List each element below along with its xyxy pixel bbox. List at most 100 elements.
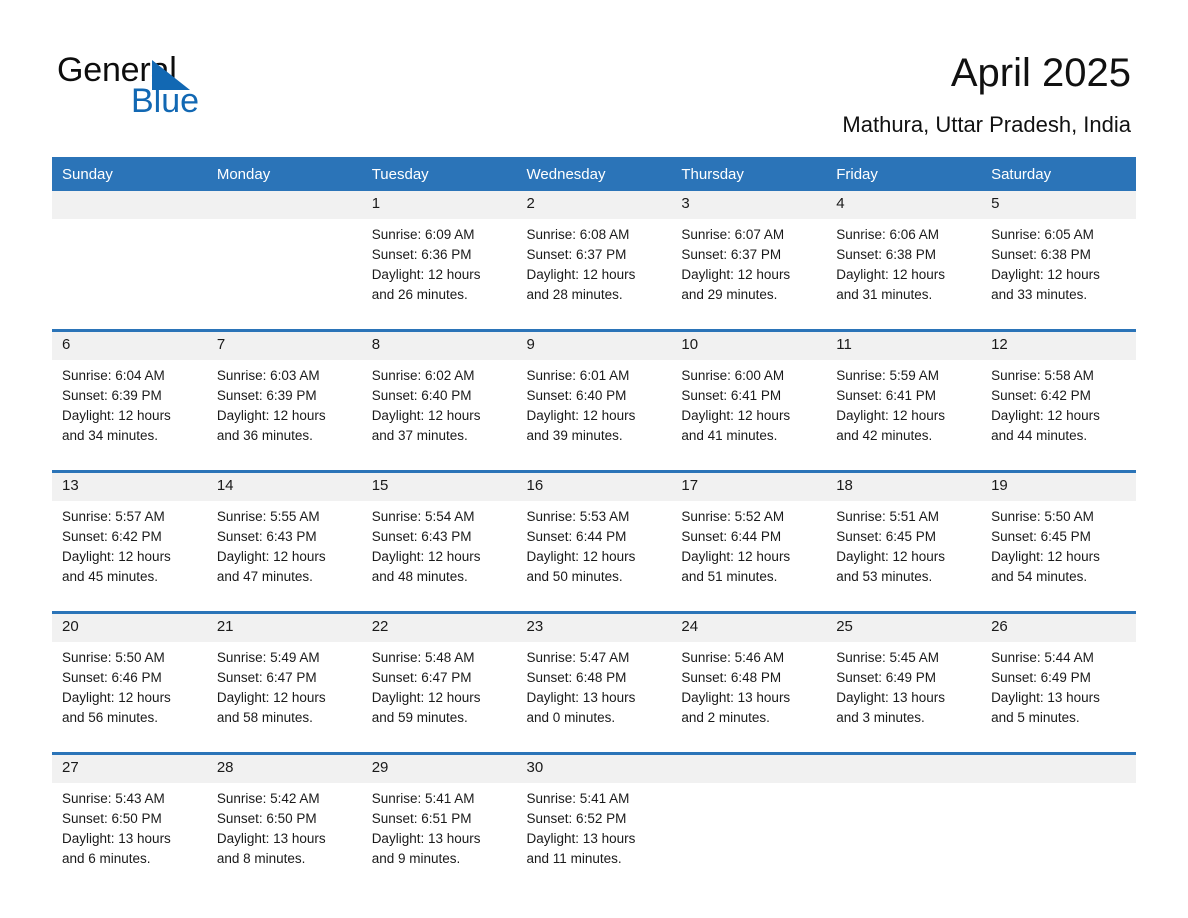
day-cell[interactable]: Sunrise: 5:45 AM Sunset: 6:49 PM Daylight:… — [826, 642, 982, 752]
day-sunrise: Sunrise: 5:50 AM — [991, 509, 1094, 524]
day-cell[interactable]: Sunrise: 5:47 AM Sunset: 6:48 PM Daylight:… — [516, 642, 672, 752]
day-number[interactable]: 8 — [361, 332, 517, 360]
day-cell[interactable]: Sunrise: 6:09 AM Sunset: 6:36 PM Daylight:… — [361, 219, 517, 329]
day-cell[interactable]: Sunrise: 5:52 AM Sunset: 6:44 PM Daylight:… — [671, 501, 827, 611]
day-daylight-line2: and 8 minutes. — [216, 851, 306, 866]
day-number[interactable]: 22 — [361, 614, 517, 642]
day-cell[interactable]: Sunrise: 6:08 AM Sunset: 6:37 PM Daylight:… — [516, 219, 672, 329]
day-number[interactable]: 2 — [516, 191, 672, 219]
day-sunset: Sunset: 6:42 PM — [62, 529, 162, 544]
day-sunset: Sunset: 6:52 PM — [526, 811, 627, 826]
day-number[interactable]: 24 — [671, 614, 827, 642]
day-daylight-line2: and 9 minutes. — [371, 851, 461, 866]
day-number[interactable]: 11 — [826, 332, 982, 360]
day-number[interactable]: 21 — [206, 614, 362, 642]
day-daylight-line1: Daylight: 12 hours — [681, 267, 791, 282]
day-cell[interactable]: Sunrise: 5:50 AM Sunset: 6:46 PM Daylight:… — [52, 642, 207, 752]
day-number[interactable]: 20 — [52, 614, 207, 642]
day-daylight-line1: Daylight: 12 hours — [681, 549, 791, 564]
day-daylight-line1: Daylight: 12 hours — [681, 408, 791, 423]
day-sunrise: Sunrise: 5:44 AM — [991, 650, 1094, 665]
day-cell[interactable]: Sunrise: 5:55 AM Sunset: 6:43 PM Daylight:… — [206, 501, 362, 611]
day-daylight-line2: and 6 minutes. — [62, 851, 151, 866]
day-sunset: Sunset: 6:46 PM — [62, 670, 162, 685]
day-cell[interactable]: Sunrise: 5:44 AM Sunset: 6:49 PM Daylight:… — [981, 642, 1136, 752]
day-cell[interactable]: Sunrise: 5:41 AM Sunset: 6:52 PM Daylight:… — [516, 783, 672, 893]
day-number[interactable]: 12 — [981, 332, 1136, 360]
day-cell[interactable]: Sunrise: 6:00 AM Sunset: 6:41 PM Daylight:… — [671, 360, 827, 470]
day-number[interactable]: 26 — [981, 614, 1136, 642]
brand-name-blue: Blue — [131, 82, 200, 120]
day-cell[interactable]: Sunrise: 5:49 AM Sunset: 6:47 PM Daylight:… — [206, 642, 362, 752]
day-cell[interactable]: Sunrise: 5:53 AM Sunset: 6:44 PM Daylight:… — [516, 501, 672, 611]
day-number[interactable]: 10 — [671, 332, 827, 360]
day-number[interactable]: 4 — [826, 191, 982, 219]
day-cell[interactable]: Sunrise: 5:58 AM Sunset: 6:42 PM Daylight:… — [981, 360, 1136, 470]
day-daylight-line1: Daylight: 12 hours — [62, 690, 171, 705]
day-cell[interactable]: Sunrise: 5:57 AM Sunset: 6:42 PM Daylight:… — [52, 501, 207, 611]
day-cell[interactable]: Sunrise: 5:42 AM Sunset: 6:50 PM Daylight:… — [206, 783, 362, 893]
day-sunset: Sunset: 6:39 PM — [216, 388, 317, 403]
day-number[interactable]: 7 — [206, 332, 362, 360]
day-cell[interactable]: Sunrise: 5:54 AM Sunset: 6:43 PM Daylight:… — [361, 501, 517, 611]
day-number[interactable]: 19 — [981, 473, 1136, 501]
day-cell[interactable]: Sunrise: 5:50 AM Sunset: 6:45 PM Daylight:… — [981, 501, 1136, 611]
day-daylight-line1: Daylight: 12 hours — [62, 408, 171, 423]
day-sunset: Sunset: 6:45 PM — [836, 529, 937, 544]
day-number[interactable]: 6 — [52, 332, 207, 360]
day-cell[interactable]: Sunrise: 6:03 AM Sunset: 6:39 PM Daylight:… — [206, 360, 362, 470]
day-sunset: Sunset: 6:48 PM — [526, 670, 627, 685]
day-number[interactable]: 5 — [981, 191, 1136, 219]
day-daylight-line1: Daylight: 12 hours — [216, 690, 326, 705]
weekday-header-thursday: Thursday — [671, 157, 827, 191]
day-cell[interactable]: Sunrise: 6:07 AM Sunset: 6:37 PM Daylight:… — [671, 219, 827, 329]
day-sunrise: Sunrise: 5:52 AM — [681, 509, 785, 524]
weekday-header-tuesday: Tuesday — [361, 157, 517, 191]
day-number[interactable]: 1 — [361, 191, 517, 219]
day-number[interactable]: 3 — [671, 191, 827, 219]
day-daylight-line1: Daylight: 12 hours — [991, 408, 1100, 423]
day-cell[interactable]: Sunrise: 6:01 AM Sunset: 6:40 PM Daylight:… — [516, 360, 672, 470]
day-daylight-line2: and 54 minutes. — [991, 569, 1088, 584]
day-cell[interactable]: Sunrise: 5:51 AM Sunset: 6:45 PM Daylight:… — [826, 501, 982, 611]
calendar-table: Sunday Monday Tuesday Wednesday Thursday… — [52, 157, 1136, 893]
day-cell[interactable]: Sunrise: 5:43 AM Sunset: 6:50 PM Daylight:… — [52, 783, 207, 893]
day-daylight-line2: and 36 minutes. — [216, 428, 313, 443]
day-number[interactable]: 17 — [671, 473, 827, 501]
week-detail-row: Sunrise: 5:43 AM Sunset: 6:50 PM Daylight:… — [52, 783, 1136, 893]
day-sunset: Sunset: 6:49 PM — [991, 670, 1091, 685]
week-detail-row: Sunrise: 6:04 AM Sunset: 6:39 PM Daylight:… — [52, 360, 1136, 470]
day-number[interactable]: 25 — [826, 614, 982, 642]
day-cell[interactable]: Sunrise: 5:48 AM Sunset: 6:47 PM Daylight:… — [361, 642, 517, 752]
day-number[interactable]: 29 — [361, 755, 517, 783]
day-cell[interactable]: Sunrise: 5:41 AM Sunset: 6:51 PM Daylight:… — [361, 783, 517, 893]
weekday-header-saturday: Saturday — [981, 157, 1136, 191]
day-cell[interactable]: Sunrise: 6:02 AM Sunset: 6:40 PM Daylight:… — [361, 360, 517, 470]
day-number[interactable]: 27 — [52, 755, 207, 783]
day-number[interactable]: 9 — [516, 332, 672, 360]
day-number[interactable]: 16 — [516, 473, 672, 501]
day-number[interactable]: 15 — [361, 473, 517, 501]
day-number[interactable]: 23 — [516, 614, 672, 642]
day-sunrise: Sunrise: 5:59 AM — [836, 368, 940, 383]
day-sunset: Sunset: 6:43 PM — [216, 529, 317, 544]
day-sunrise: Sunrise: 6:00 AM — [681, 368, 785, 383]
day-sunset: Sunset: 6:38 PM — [836, 247, 937, 262]
day-cell[interactable]: Sunrise: 6:06 AM Sunset: 6:38 PM Daylight:… — [826, 219, 982, 329]
day-number[interactable]: 28 — [206, 755, 362, 783]
day-sunrise: Sunrise: 6:06 AM — [836, 227, 940, 242]
day-number[interactable]: 18 — [826, 473, 982, 501]
day-cell[interactable]: Sunrise: 6:05 AM Sunset: 6:38 PM Daylight:… — [981, 219, 1136, 329]
day-cell[interactable]: Sunrise: 6:04 AM Sunset: 6:39 PM Daylight:… — [52, 360, 207, 470]
day-daylight-line2: and 28 minutes. — [526, 287, 623, 302]
day-cell[interactable]: Sunrise: 5:59 AM Sunset: 6:41 PM Daylight:… — [826, 360, 982, 470]
day-number[interactable]: 30 — [516, 755, 672, 783]
day-number[interactable]: 14 — [206, 473, 362, 501]
day-number[interactable]: 13 — [52, 473, 207, 501]
day-sunrise: Sunrise: 5:41 AM — [526, 791, 630, 806]
day-daylight-line1: Daylight: 12 hours — [216, 408, 326, 423]
day-cell[interactable]: Sunrise: 5:46 AM Sunset: 6:48 PM Daylight:… — [671, 642, 827, 752]
brand-logo[interactable]: General Blue — [57, 50, 317, 125]
day-sunrise: Sunrise: 5:57 AM — [62, 509, 165, 524]
day-sunset: Sunset: 6:50 PM — [216, 811, 317, 826]
